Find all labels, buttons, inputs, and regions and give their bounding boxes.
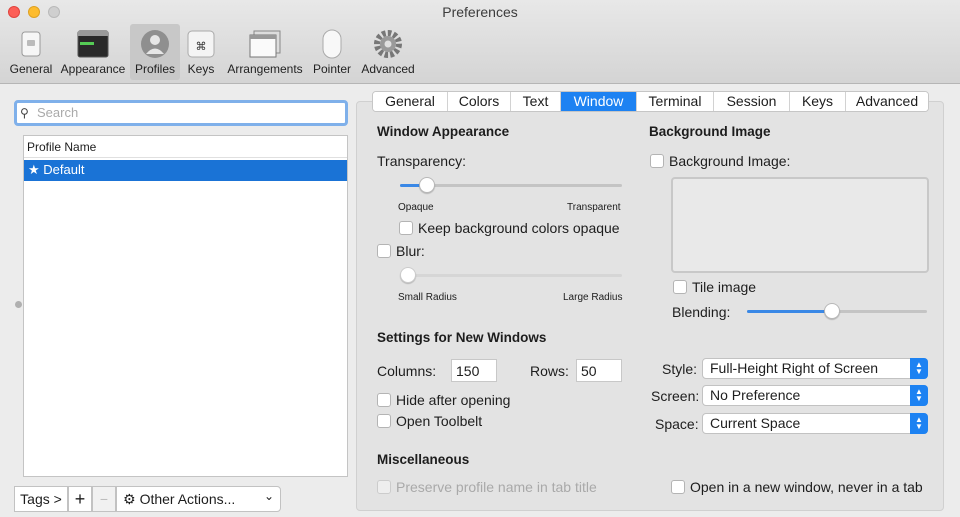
tab-general[interactable]: General: [373, 92, 448, 111]
blur-slider-track[interactable]: [400, 274, 622, 277]
tab-session[interactable]: Session: [714, 92, 790, 111]
gear-icon: ⚙: [123, 490, 136, 507]
space-value: Current Space: [710, 415, 801, 431]
blur-checkbox[interactable]: [377, 244, 391, 258]
large-radius-label: Large Radius: [563, 292, 623, 303]
blending-slider-fill: [747, 310, 832, 313]
miscellaneous-heading: Miscellaneous: [377, 452, 470, 467]
opaque-label: Opaque: [398, 202, 434, 213]
chevron-down-icon: ⌄: [263, 489, 274, 503]
blending-slider-knob[interactable]: [824, 303, 840, 319]
toolbar-profiles[interactable]: Profiles: [130, 24, 180, 80]
rows-field[interactable]: 50: [576, 359, 622, 382]
keep-bg-opaque-checkbox[interactable]: [399, 221, 413, 235]
open-toolbelt-checkbox[interactable]: [377, 414, 391, 428]
style-value: Full-Height Right of Screen: [710, 360, 879, 376]
window-title: Preferences: [442, 4, 518, 20]
blending-label: Blending:: [672, 304, 731, 320]
switch-icon: [15, 29, 47, 59]
mouse-icon: [316, 29, 348, 59]
tab-keys[interactable]: Keys: [790, 92, 846, 111]
background-image-label: Background Image:: [669, 153, 791, 169]
chevron-updown-icon: ▲ ▼: [910, 385, 928, 406]
rows-label: Rows:: [530, 363, 569, 379]
tab-window[interactable]: Window: [561, 92, 637, 111]
profile-name-column-header[interactable]: Profile Name: [24, 136, 347, 158]
tile-image-label: Tile image: [692, 279, 757, 295]
tab-terminal[interactable]: Terminal: [637, 92, 714, 111]
toolbar-label: Keys: [187, 62, 215, 76]
profile-row-default[interactable]: ★ Default: [24, 160, 347, 181]
transparent-label: Transparent: [567, 202, 621, 213]
preserve-profile-name-label: Preserve profile name in tab title: [396, 479, 597, 495]
background-image-heading: Background Image: [649, 124, 771, 139]
toolbar-label: Pointer: [312, 62, 352, 76]
window-appearance-heading: Window Appearance: [377, 124, 510, 139]
toolbar-general[interactable]: General: [6, 24, 56, 80]
hide-after-opening-label: Hide after opening: [396, 392, 511, 408]
open-new-window-checkbox[interactable]: [671, 480, 685, 494]
keep-bg-opaque-label: Keep background colors opaque: [418, 220, 620, 236]
other-actions-label: Other Actions...: [139, 491, 236, 507]
search-placeholder: Search: [37, 105, 79, 120]
gear-icon: [372, 29, 404, 59]
tab-advanced[interactable]: Advanced: [846, 92, 928, 111]
transparency-label: Transparency:: [377, 153, 466, 169]
background-image-checkbox[interactable]: [650, 154, 664, 168]
other-actions-menu[interactable]: ⚙ Other Actions... ⌄: [116, 486, 281, 512]
add-profile-button[interactable]: +: [68, 486, 92, 512]
space-popup[interactable]: Current Space ▲ ▼: [702, 413, 928, 434]
profile-tabs: General Colors Text Window Terminal Sess…: [372, 91, 929, 112]
toolbar-label: Profiles: [134, 62, 175, 76]
split-view-handle[interactable]: [15, 301, 22, 308]
toolbar-advanced[interactable]: Advanced: [358, 24, 418, 80]
toolbar-label: Appearance: [60, 62, 126, 76]
remove-profile-button[interactable]: −: [92, 486, 116, 512]
svg-text:⌘: ⌘: [196, 41, 207, 53]
open-new-window-label: Open in a new window, never in a tab: [690, 479, 923, 495]
toolbar-pointer[interactable]: Pointer: [310, 24, 354, 80]
window-icon: [77, 29, 109, 59]
blur-label: Blur:: [396, 243, 425, 259]
chevron-updown-icon: ▲ ▼: [910, 358, 928, 379]
tab-colors[interactable]: Colors: [448, 92, 511, 111]
search-icon: ⚲: [20, 106, 29, 120]
toolbar-label: Arrangements: [227, 62, 303, 76]
tags-button[interactable]: Tags >: [14, 486, 68, 512]
screen-popup[interactable]: No Preference ▲ ▼: [702, 385, 928, 406]
blur-slider-knob[interactable]: [400, 267, 416, 283]
background-image-well[interactable]: [671, 177, 929, 273]
profile-list[interactable]: Profile Name ★ Default: [23, 135, 348, 477]
command-key-icon: ⌘: [185, 29, 217, 59]
screen-label: Screen:: [651, 388, 700, 404]
open-toolbelt-label: Open Toolbelt: [396, 413, 483, 429]
new-windows-heading: Settings for New Windows: [377, 330, 547, 345]
style-popup[interactable]: Full-Height Right of Screen ▲ ▼: [702, 358, 928, 379]
toolbar-label: Advanced: [361, 62, 415, 76]
toolbar-appearance[interactable]: Appearance: [58, 24, 128, 80]
columns-label: Columns:: [377, 363, 437, 379]
chevron-updown-icon: ▲ ▼: [910, 413, 928, 434]
transparency-slider-knob[interactable]: [419, 177, 435, 193]
user-icon: [139, 29, 171, 59]
preserve-profile-name-checkbox[interactable]: [377, 480, 391, 494]
search-input[interactable]: ⚲ Search: [14, 100, 348, 126]
toolbar-label: General: [9, 62, 53, 76]
arrangements-icon: [249, 29, 281, 59]
tab-text[interactable]: Text: [511, 92, 561, 111]
space-label: Space:: [655, 416, 699, 432]
columns-field[interactable]: 150: [451, 359, 497, 382]
hide-after-opening-checkbox[interactable]: [377, 393, 391, 407]
toolbar-keys[interactable]: ⌘ Keys: [182, 24, 220, 80]
small-radius-label: Small Radius: [398, 292, 457, 303]
tile-image-checkbox[interactable]: [673, 280, 687, 294]
screen-value: No Preference: [710, 387, 801, 403]
style-label: Style:: [662, 361, 698, 377]
toolbar-arrangements[interactable]: Arrangements: [224, 24, 306, 80]
